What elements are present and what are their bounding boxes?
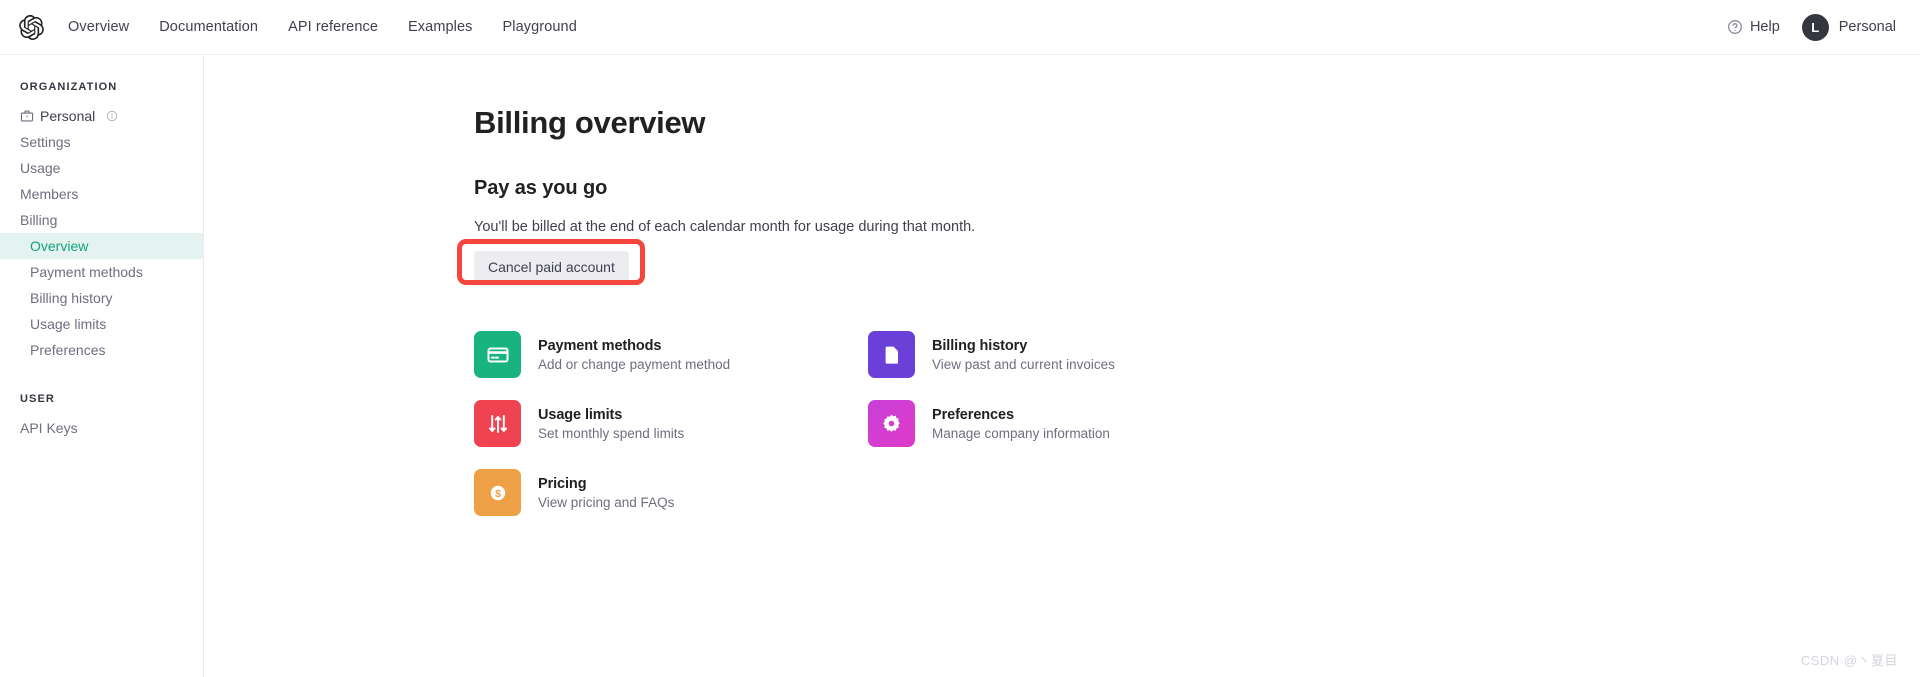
- help-label: Help: [1749, 19, 1780, 35]
- info-circle-icon[interactable]: [106, 110, 118, 122]
- sidebar-item-settings[interactable]: Settings: [0, 129, 203, 155]
- sidebar-item-members[interactable]: Members: [0, 181, 203, 207]
- sidebar-heading-organization: ORGANIZATION: [20, 81, 118, 93]
- nav-link-playground[interactable]: Playground: [503, 19, 577, 35]
- account-menu-button[interactable]: L Personal: [1801, 13, 1896, 41]
- card-billing-history[interactable]: Billing history View past and current in…: [868, 331, 1190, 378]
- section-title-pay-as-you-go: Pay as you go: [474, 177, 608, 199]
- sidebar-item-personal-label: Personal: [40, 108, 96, 124]
- sidebar: ORGANIZATION Personal Settings Usage Mem…: [0, 55, 204, 677]
- sidebar-item-billing-history[interactable]: Billing history: [0, 285, 203, 311]
- card-title-pricing: Pricing: [538, 475, 587, 492]
- nav-link-api-reference[interactable]: API reference: [288, 19, 378, 35]
- help-button[interactable]: Help: [1727, 19, 1780, 35]
- sidebar-item-billing-history-label: Billing history: [30, 290, 113, 306]
- sidebar-item-billing-overview-label: Overview: [30, 238, 89, 254]
- billing-cards-grid: Payment methods Add or change payment me…: [474, 331, 1920, 516]
- page-shell: ORGANIZATION Personal Settings Usage Mem…: [0, 55, 1920, 677]
- card-title-payment-methods: Payment methods: [538, 337, 662, 354]
- sidebar-item-usage-label: Usage: [20, 160, 61, 176]
- document-icon: [868, 331, 915, 378]
- card-subtitle-billing-history: View past and current invoices: [932, 356, 1115, 372]
- cancel-paid-account-area: Cancel paid account: [457, 239, 645, 285]
- credit-card-icon: [474, 331, 521, 378]
- sidebar-item-settings-label: Settings: [20, 134, 71, 150]
- svg-text:$: $: [495, 488, 501, 500]
- sliders-icon: [474, 400, 521, 447]
- openai-logo-icon[interactable]: [18, 14, 44, 40]
- gear-icon: [868, 400, 915, 447]
- card-text-payment-methods: Payment methods Add or change payment me…: [538, 338, 730, 372]
- card-preferences[interactable]: Preferences Manage company information: [868, 400, 1190, 447]
- card-pricing[interactable]: $ Pricing View pricing and FAQs: [474, 469, 796, 516]
- cancel-paid-account-button[interactable]: Cancel paid account: [474, 251, 629, 283]
- card-text-pricing: Pricing View pricing and FAQs: [538, 476, 674, 510]
- card-title-preferences: Preferences: [932, 406, 1014, 423]
- card-text-preferences: Preferences Manage company information: [932, 407, 1110, 441]
- sidebar-item-billing-label: Billing: [20, 212, 58, 228]
- sidebar-item-preferences-label: Preferences: [30, 342, 106, 358]
- section-description: You'll be billed at the end of each cale…: [474, 219, 976, 235]
- sidebar-heading-user: USER: [20, 393, 55, 405]
- sidebar-item-api-keys-label: API Keys: [20, 420, 78, 436]
- sidebar-item-payment-methods[interactable]: Payment methods: [0, 259, 203, 285]
- card-subtitle-payment-methods: Add or change payment method: [538, 356, 731, 372]
- sidebar-item-usage[interactable]: Usage: [0, 155, 203, 181]
- question-circle-icon: [1727, 19, 1743, 35]
- card-subtitle-preferences: Manage company information: [932, 425, 1110, 441]
- page-title: Billing overview: [474, 105, 706, 140]
- sidebar-item-preferences[interactable]: Preferences: [0, 337, 203, 363]
- card-text-usage-limits: Usage limits Set monthly spend limits: [538, 407, 684, 441]
- briefcase-icon: [20, 109, 34, 123]
- card-title-billing-history: Billing history: [932, 337, 1028, 354]
- main-content: Billing overview Pay as you go You'll be…: [204, 55, 1920, 677]
- sidebar-item-usage-limits[interactable]: Usage limits: [0, 311, 203, 337]
- watermark: CSDN @丶夏目: [1800, 653, 1898, 668]
- avatar: L: [1801, 13, 1829, 41]
- top-navigation-bar: Overview Documentation API reference Exa…: [0, 0, 1920, 55]
- sidebar-item-members-label: Members: [20, 186, 79, 202]
- account-name-label: Personal: [1838, 19, 1896, 35]
- sidebar-item-billing[interactable]: Billing: [0, 207, 203, 233]
- sidebar-item-usage-limits-label: Usage limits: [30, 316, 107, 332]
- nav-link-examples[interactable]: Examples: [408, 19, 472, 35]
- top-nav-right-group: Help L Personal: [1727, 13, 1896, 41]
- nav-link-overview[interactable]: Overview: [68, 19, 129, 35]
- card-text-billing-history: Billing history View past and current in…: [932, 338, 1115, 372]
- nav-link-documentation[interactable]: Documentation: [159, 19, 258, 35]
- card-title-usage-limits: Usage limits: [538, 406, 623, 423]
- sidebar-item-billing-overview[interactable]: Overview: [0, 233, 203, 259]
- sidebar-item-api-keys[interactable]: API Keys: [0, 415, 203, 441]
- sidebar-item-personal[interactable]: Personal: [0, 103, 203, 129]
- sidebar-item-payment-methods-label: Payment methods: [30, 264, 143, 280]
- card-payment-methods[interactable]: Payment methods Add or change payment me…: [474, 331, 796, 378]
- top-nav-links: Overview Documentation API reference Exa…: [68, 19, 577, 35]
- card-subtitle-usage-limits: Set monthly spend limits: [538, 425, 685, 441]
- card-usage-limits[interactable]: Usage limits Set monthly spend limits: [474, 400, 796, 447]
- dollar-coin-icon: $: [474, 469, 521, 516]
- card-subtitle-pricing: View pricing and FAQs: [538, 494, 675, 510]
